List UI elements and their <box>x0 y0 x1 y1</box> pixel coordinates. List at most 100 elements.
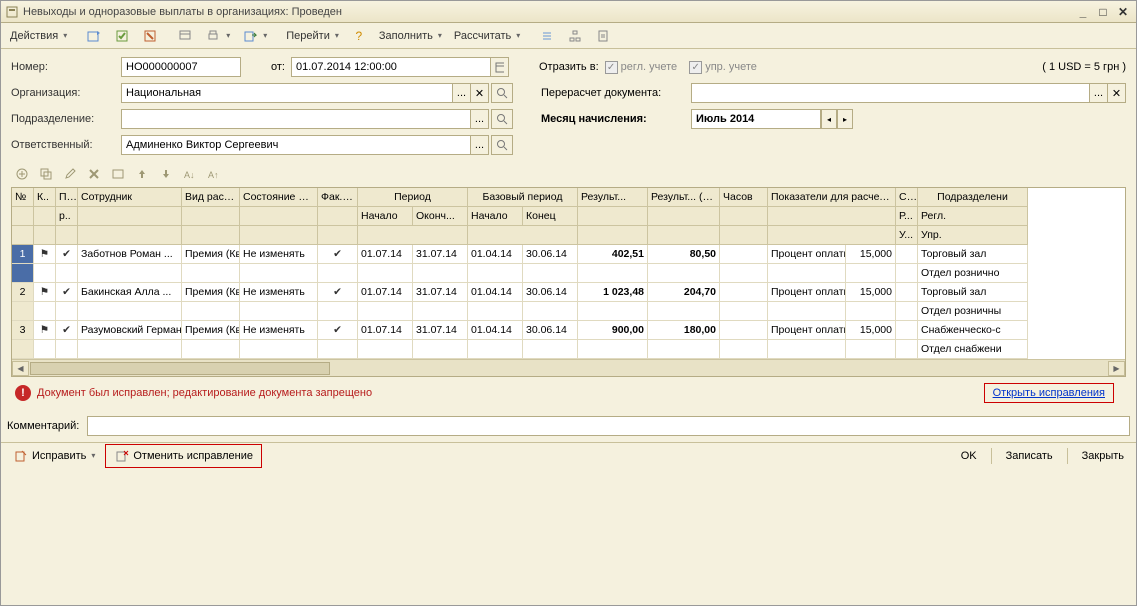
delete-row-icon[interactable] <box>85 165 103 183</box>
col-hours[interactable]: Часов <box>720 188 768 207</box>
tb-refresh-icon[interactable] <box>81 26 107 46</box>
fix-button[interactable]: Исправить <box>7 446 101 466</box>
col-calc-type[interactable]: Вид расче... <box>182 188 240 207</box>
tb-help-icon[interactable]: ? <box>346 26 372 46</box>
table-subrow[interactable]: Отдел снабжени <box>12 340 1028 359</box>
org-select-button[interactable]: ... <box>453 83 471 103</box>
col-result-mgmt[interactable]: Результ... (упр.) <box>648 188 720 207</box>
col-base-end[interactable]: Конец <box>523 207 578 226</box>
comment-input[interactable] <box>87 416 1130 436</box>
end-edit-icon[interactable] <box>109 165 127 183</box>
table-row[interactable]: 2⚑✔Бакинская Алла ...Премия (Квар...Не и… <box>12 283 1028 302</box>
edit-row-icon[interactable] <box>61 165 79 183</box>
col-regl[interactable]: Регл. <box>918 207 1028 226</box>
number-input[interactable]: НО000000007 <box>121 57 241 77</box>
col-base-start[interactable]: Начало <box>468 207 523 226</box>
col-worker-state[interactable]: Состояние работника <box>240 188 318 207</box>
actions-menu[interactable]: Действия <box>5 26 72 46</box>
horizontal-scrollbar[interactable]: ◀ ▶ <box>12 359 1125 376</box>
flag-icon: ⚑ <box>34 245 56 264</box>
recalc-clear-button[interactable]: ✕ <box>1108 83 1126 103</box>
comment-label: Комментарий: <box>7 420 79 432</box>
cell-result-mgmt: 180,00 <box>648 321 720 340</box>
move-up-icon[interactable] <box>133 165 151 183</box>
fill-menu[interactable]: Заполнить <box>374 26 447 46</box>
resp-select-button[interactable]: ... <box>471 135 489 155</box>
col-fact[interactable]: Фак. про... <box>318 188 358 207</box>
table-subrow[interactable]: Отдел розничны <box>12 302 1028 321</box>
cell-pend: 31.07.14 <box>413 321 468 340</box>
copy-row-icon[interactable] <box>37 165 55 183</box>
col-r[interactable]: Р... <box>896 207 918 226</box>
scroll-left-icon[interactable]: ◀ <box>12 361 29 376</box>
col-s[interactable]: С... <box>896 188 918 207</box>
cell-indicator-val: 15,000 <box>846 245 896 264</box>
col-period-end[interactable]: Оконч... <box>413 207 468 226</box>
resp-input[interactable]: Админенко Виктор Сергеевич <box>121 135 471 155</box>
table-subrow[interactable]: Отдел рознично <box>12 264 1028 283</box>
col-upr[interactable]: Упр. <box>918 226 1028 245</box>
date-input[interactable]: 01.07.2014 12:00:00 <box>291 57 491 77</box>
col-u[interactable]: У... <box>896 226 918 245</box>
svg-text:A↑: A↑ <box>208 170 219 180</box>
mgmt-checkbox: ✓ <box>689 61 702 74</box>
resp-label: Ответственный: <box>11 139 121 151</box>
recalc-input[interactable] <box>691 83 1090 103</box>
dept-input[interactable] <box>121 109 471 129</box>
calc-menu[interactable]: Рассчитать <box>449 26 525 46</box>
date-calendar-icon[interactable] <box>491 57 509 77</box>
tb-basis-icon[interactable] <box>237 26 272 46</box>
tb-tree-icon[interactable] <box>562 26 588 46</box>
add-row-icon[interactable] <box>13 165 31 183</box>
scroll-right-icon[interactable]: ▶ <box>1108 361 1125 376</box>
col-base-period[interactable]: Базовый период <box>468 188 578 207</box>
navigate-menu[interactable]: Перейти <box>281 26 344 46</box>
dept-select-button[interactable]: ... <box>471 109 489 129</box>
open-corrections-link[interactable]: Открыть исправления <box>993 387 1105 399</box>
tb-list-icon[interactable] <box>534 26 560 46</box>
cell-bend: 30.06.14 <box>523 321 578 340</box>
col-period-start[interactable]: Начало <box>358 207 413 226</box>
cell-dept1: Торговый зал <box>918 283 1028 302</box>
ok-button[interactable]: OK <box>955 446 983 466</box>
table-row[interactable]: 3⚑✔Разумовский Герман ...Премия (Квар...… <box>12 321 1028 340</box>
tb-post-icon[interactable] <box>109 26 135 46</box>
cell-bstart: 01.04.14 <box>468 245 523 264</box>
resp-search-icon[interactable] <box>491 135 513 155</box>
month-input[interactable]: Июль 2014 <box>691 109 821 129</box>
col-period[interactable]: Период <box>358 188 468 207</box>
checkmark-icon: ✔ <box>56 321 78 340</box>
close-form-button[interactable]: Закрыть <box>1076 446 1130 466</box>
org-input[interactable]: Национальная <box>121 83 453 103</box>
tb-calc-icon[interactable] <box>590 26 616 46</box>
move-down-icon[interactable] <box>157 165 175 183</box>
month-prev-button[interactable]: ◂ <box>821 109 837 129</box>
col-department[interactable]: Подразделени <box>918 188 1028 207</box>
cancel-fix-button[interactable]: Отменить исправление <box>108 446 259 466</box>
sort-desc-icon[interactable]: A↑ <box>205 165 223 183</box>
month-next-button[interactable]: ▸ <box>837 109 853 129</box>
col-num[interactable]: № <box>12 188 34 207</box>
col-p[interactable]: П а.. <box>56 188 78 207</box>
table-row[interactable]: 1⚑✔Заботнов Роман ...Премия (Квар...Не и… <box>12 245 1028 264</box>
col-employee[interactable]: Сотрудник <box>78 188 182 207</box>
minimize-button[interactable]: _ <box>1074 4 1092 20</box>
tb-structure-icon[interactable] <box>172 26 198 46</box>
col-result[interactable]: Результ... <box>578 188 648 207</box>
tb-print-icon[interactable] <box>200 26 235 46</box>
close-button[interactable]: ✕ <box>1114 4 1132 20</box>
org-clear-button[interactable]: ✕ <box>471 83 489 103</box>
maximize-button[interactable]: □ <box>1094 4 1112 20</box>
recalc-select-button[interactable]: ... <box>1090 83 1108 103</box>
write-button[interactable]: Записать <box>1000 446 1059 466</box>
org-search-icon[interactable] <box>491 83 513 103</box>
title-bar: Невыходы и одноразовые выплаты в организ… <box>1 1 1136 23</box>
col-k[interactable]: К.. <box>34 188 56 207</box>
data-grid[interactable]: № К.. П а.. Сотрудник Вид расче... Состо… <box>11 187 1126 377</box>
col-indicators[interactable]: Показатели для расчета начисления <box>768 188 896 207</box>
cell-type: Премия (Квар... <box>182 283 240 302</box>
tb-unpost-icon[interactable] <box>137 26 163 46</box>
dept-search-icon[interactable] <box>491 109 513 129</box>
sort-asc-icon[interactable]: A↓ <box>181 165 199 183</box>
scroll-thumb[interactable] <box>30 362 330 375</box>
